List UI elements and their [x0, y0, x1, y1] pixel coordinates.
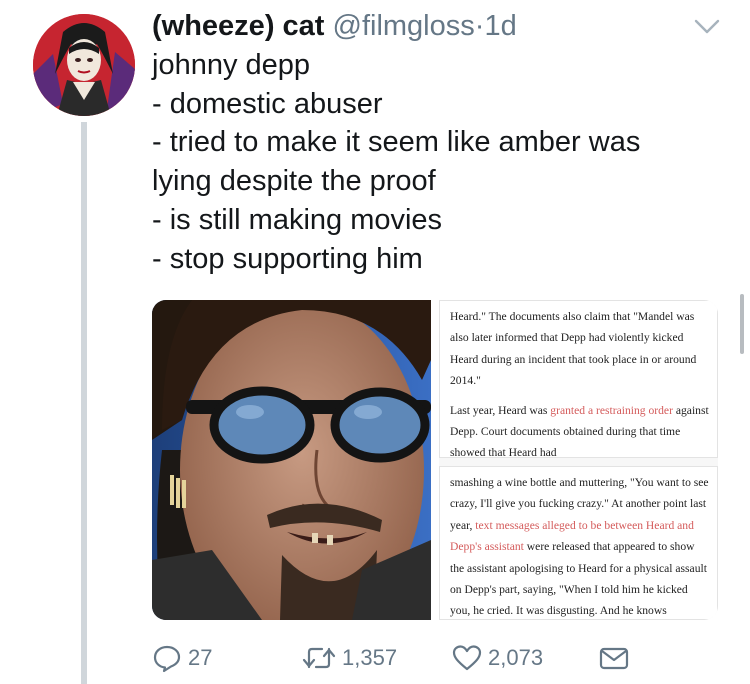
- timestamp[interactable]: 1d: [484, 10, 516, 42]
- media-attachment[interactable]: Heard." The documents also claim that "M…: [152, 300, 718, 620]
- article-paragraph: Heard." The documents also claim that "M…: [450, 310, 697, 388]
- like-button[interactable]: 2,073: [452, 638, 543, 678]
- tweet-header: (wheeze) cat @filmgloss·1d: [152, 8, 517, 44]
- reply-button[interactable]: 27: [152, 638, 212, 678]
- article-clip-bottom: smashing a wine bottle and muttering, "Y…: [439, 466, 718, 620]
- thread-line: [81, 122, 87, 684]
- direct-message-button[interactable]: [598, 638, 636, 678]
- retweet-count: 1,357: [342, 645, 398, 670]
- tweet-text: johnny depp - domestic abuser - tried to…: [152, 46, 732, 278]
- scrollbar[interactable]: [740, 294, 744, 354]
- reply-icon: [153, 645, 181, 673]
- separator: ·: [474, 10, 485, 42]
- tweet-actions: 27 1,357 2,073: [152, 638, 672, 678]
- tweet-line: - domestic abuser: [152, 87, 383, 120]
- tweet-line: - stop supporting him: [152, 242, 423, 275]
- tweet-line: - tried to make it seem like amber was: [152, 126, 641, 159]
- chevron-down-icon[interactable]: [694, 18, 720, 36]
- message-icon: [599, 647, 629, 670]
- article-paragraph: Last year, Heard was granted a restraini…: [450, 403, 709, 458]
- display-name[interactable]: (wheeze) cat: [152, 10, 324, 42]
- reply-count: 27: [188, 645, 213, 670]
- retweet-icon: [302, 647, 336, 669]
- photo[interactable]: [152, 300, 431, 620]
- like-count: 2,073: [488, 645, 544, 670]
- article-link[interactable]: granted a restraining order: [550, 404, 673, 417]
- retweet-button[interactable]: 1,357: [302, 638, 397, 678]
- article-clip-top: Heard." The documents also claim that "M…: [439, 300, 718, 458]
- tweet-line: lying despite the proof: [152, 165, 436, 198]
- article-screenshot[interactable]: Heard." The documents also claim that "M…: [439, 300, 718, 620]
- article-paragraph: smashing a wine bottle and muttering, "Y…: [450, 476, 709, 618]
- handle[interactable]: @filmgloss: [333, 10, 475, 42]
- heart-icon: [452, 645, 482, 671]
- tweet-line: johnny depp: [152, 49, 311, 81]
- avatar[interactable]: [33, 14, 135, 116]
- tweet-line: - is still making movies: [152, 203, 443, 236]
